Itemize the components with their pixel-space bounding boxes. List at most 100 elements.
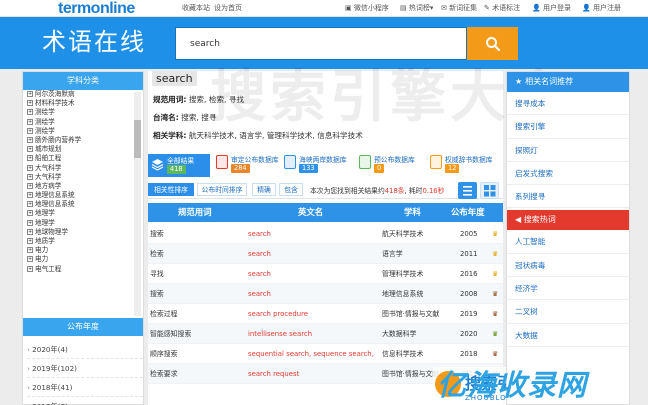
recommend-item[interactable]: 探照灯 — [507, 139, 629, 162]
hot-word-item[interactable]: 人工智能 — [507, 230, 629, 254]
expand-icon[interactable]: + — [27, 201, 33, 208]
category-item[interactable]: + 船舶工程 — [25, 154, 143, 163]
table-row[interactable]: 寻找 search 管理科学技术 2016 ♛ — [148, 264, 503, 284]
expand-icon[interactable]: + — [27, 238, 33, 244]
category-item[interactable]: + 测绘学 — [25, 118, 143, 127]
category-item[interactable]: + 大气科学 — [25, 173, 143, 182]
category-item[interactable]: + 电气工程 — [25, 265, 143, 274]
expand-icon[interactable]: + — [27, 182, 33, 189]
term-cell[interactable]: 寻找 — [150, 264, 164, 284]
recommend-item[interactable]: 系列搜寻 — [507, 185, 629, 209]
search-icon — [485, 36, 500, 51]
term-cell[interactable]: 智能感知搜索 — [150, 324, 191, 344]
hot-word-item[interactable]: 冠状病毒 — [507, 254, 629, 278]
expand-icon[interactable]: + — [27, 256, 33, 263]
term-cell[interactable]: 检索 — [150, 244, 164, 264]
expand-icon[interactable]: + — [27, 265, 33, 272]
category-label: 地理学 — [35, 209, 55, 218]
exact-match-button[interactable]: 精确 — [252, 183, 276, 196]
grid-view-button[interactable] — [480, 182, 499, 199]
expand-icon[interactable]: + — [27, 210, 33, 217]
new-words-link[interactable]: ✉ 新词征集 — [441, 4, 477, 13]
category-item[interactable]: + 阿尔茨海默病 — [25, 90, 143, 99]
expand-icon[interactable]: + — [27, 109, 33, 116]
grid-icon — [484, 185, 496, 197]
expand-icon[interactable]: + — [27, 164, 33, 171]
sort-relevance-button[interactable]: 相关性排序 — [148, 183, 194, 196]
recommend-item[interactable]: 搜索引擎 — [507, 115, 629, 139]
year-item[interactable]: › 2018年(41) — [27, 378, 143, 397]
tab-all-results[interactable]: 全部结果 418 — [148, 154, 210, 177]
category-item[interactable]: + 电力 — [25, 255, 143, 264]
expand-icon[interactable]: + — [27, 219, 33, 226]
register-link[interactable]: 👤 用户注册 — [582, 4, 621, 13]
wechat-miniprogram-link[interactable]: ▣ 微信小程序 — [345, 4, 389, 13]
tab-dictionary-count: 12 — [445, 164, 460, 173]
list-icon — [463, 186, 472, 196]
contains-match-button[interactable]: 包含 — [279, 183, 303, 196]
site-logo[interactable]: termonline — [58, 0, 135, 17]
results-table-body: 搜索 search 航天科学技术 2005 ♛ 检索 search 语言学 2011 ♛ 寻找 sea… — [148, 224, 503, 384]
expand-icon[interactable]: + — [27, 127, 33, 134]
table-row[interactable]: 搜索 search 航天科学技术 2005 ♛ — [148, 224, 503, 244]
year-item[interactable]: › 2019年(102) — [27, 359, 143, 378]
table-row[interactable]: 顺序搜索 sequential search, sequence search, … — [148, 344, 503, 364]
category-item[interactable]: + 测绘学 — [25, 108, 143, 117]
login-link[interactable]: 👤 用户登录 — [532, 4, 571, 13]
expand-icon[interactable]: + — [27, 173, 33, 180]
category-item[interactable]: + 地质学 — [25, 237, 143, 246]
category-item[interactable]: + 地理信息系统 — [25, 191, 143, 200]
expand-icon[interactable]: + — [27, 136, 33, 143]
expand-icon[interactable]: + — [27, 146, 33, 153]
recommend-header: ★ 相关名词推荐 — [507, 72, 629, 92]
source-badge-icon: ♛ — [492, 290, 499, 298]
expand-icon[interactable]: + — [27, 91, 33, 97]
term-cell[interactable]: 搜索 — [150, 284, 164, 304]
term-cell[interactable]: 检索过程 — [150, 304, 178, 324]
recommend-item[interactable]: 搜寻成本 — [507, 92, 629, 116]
expand-icon[interactable]: + — [27, 155, 33, 162]
year-list: › 2020年(4)› 2019年(102)› 2018年(41)› 2017年… — [23, 336, 143, 405]
year-item[interactable]: › 2020年(4) — [27, 340, 143, 359]
expand-icon[interactable]: + — [27, 100, 33, 107]
hot-word-item[interactable]: 大数据 — [507, 324, 629, 347]
hot-word-item[interactable]: 二叉树 — [507, 300, 629, 324]
sort-date-button[interactable]: 公布时间排序 — [197, 183, 247, 196]
homepage-link[interactable]: 设为首页 — [214, 4, 242, 13]
category-item[interactable]: + 测绘学 — [25, 127, 143, 136]
table-row[interactable]: 搜索 search 地理信息系统 2008 ♛ — [148, 284, 503, 304]
category-item[interactable]: + 地方病学 — [25, 182, 143, 191]
expand-icon[interactable]: + — [27, 247, 33, 254]
tab-pre-publish-label: 预公布数据库 — [374, 156, 415, 164]
recommend-item[interactable]: 启发式搜索 — [507, 162, 629, 186]
hot-word-item[interactable]: 经济学 — [507, 277, 629, 301]
scrollbar-thumb[interactable] — [134, 120, 141, 158]
category-item[interactable]: + 地球物理学 — [25, 228, 143, 237]
hot-words-link[interactable]: ▤ 热词榜▾ — [400, 4, 433, 13]
expand-icon[interactable]: + — [27, 192, 33, 199]
subject-cell: 信息科学技术 — [382, 350, 424, 358]
table-row[interactable]: 智能感知搜索 intellisense search 大数据科学 2020 ♛ — [148, 324, 503, 344]
tab-all-count: 418 — [167, 165, 186, 174]
table-row[interactable]: 检索 search 语言学 2011 ♛ — [148, 244, 503, 264]
expand-icon[interactable]: + — [27, 228, 33, 235]
category-item[interactable]: + 大气科学 — [25, 164, 143, 173]
category-item[interactable]: + 地理学 — [25, 219, 143, 228]
year-item[interactable]: › 2017年(7) — [27, 397, 143, 405]
layers-icon — [151, 159, 164, 171]
category-item[interactable]: + 材料科学技术 — [25, 99, 143, 108]
bookmark-link[interactable]: 收藏本站 — [182, 4, 210, 13]
term-cell[interactable]: 搜索 — [150, 224, 164, 244]
recommend-title: 相关名词推荐 — [525, 77, 574, 86]
category-item[interactable]: + 城市规划 — [25, 145, 143, 154]
category-item[interactable]: + 地理学 — [25, 209, 143, 218]
term-cell[interactable]: 检索要求 — [150, 364, 178, 384]
category-item[interactable]: + 电力 — [25, 246, 143, 255]
list-view-button[interactable] — [458, 182, 477, 199]
table-row[interactable]: 检索过程 search procedure 图书馆·情报与文献 2019 ♛ — [148, 304, 503, 324]
category-item[interactable]: + 肠外肠内营养学 — [25, 136, 143, 145]
term-annotation-link[interactable]: ✎ 术语标注 — [484, 4, 520, 13]
category-label: 城市规划 — [35, 145, 62, 154]
term-cell[interactable]: 顺序搜索 — [150, 344, 178, 364]
expand-icon[interactable]: + — [27, 118, 33, 125]
